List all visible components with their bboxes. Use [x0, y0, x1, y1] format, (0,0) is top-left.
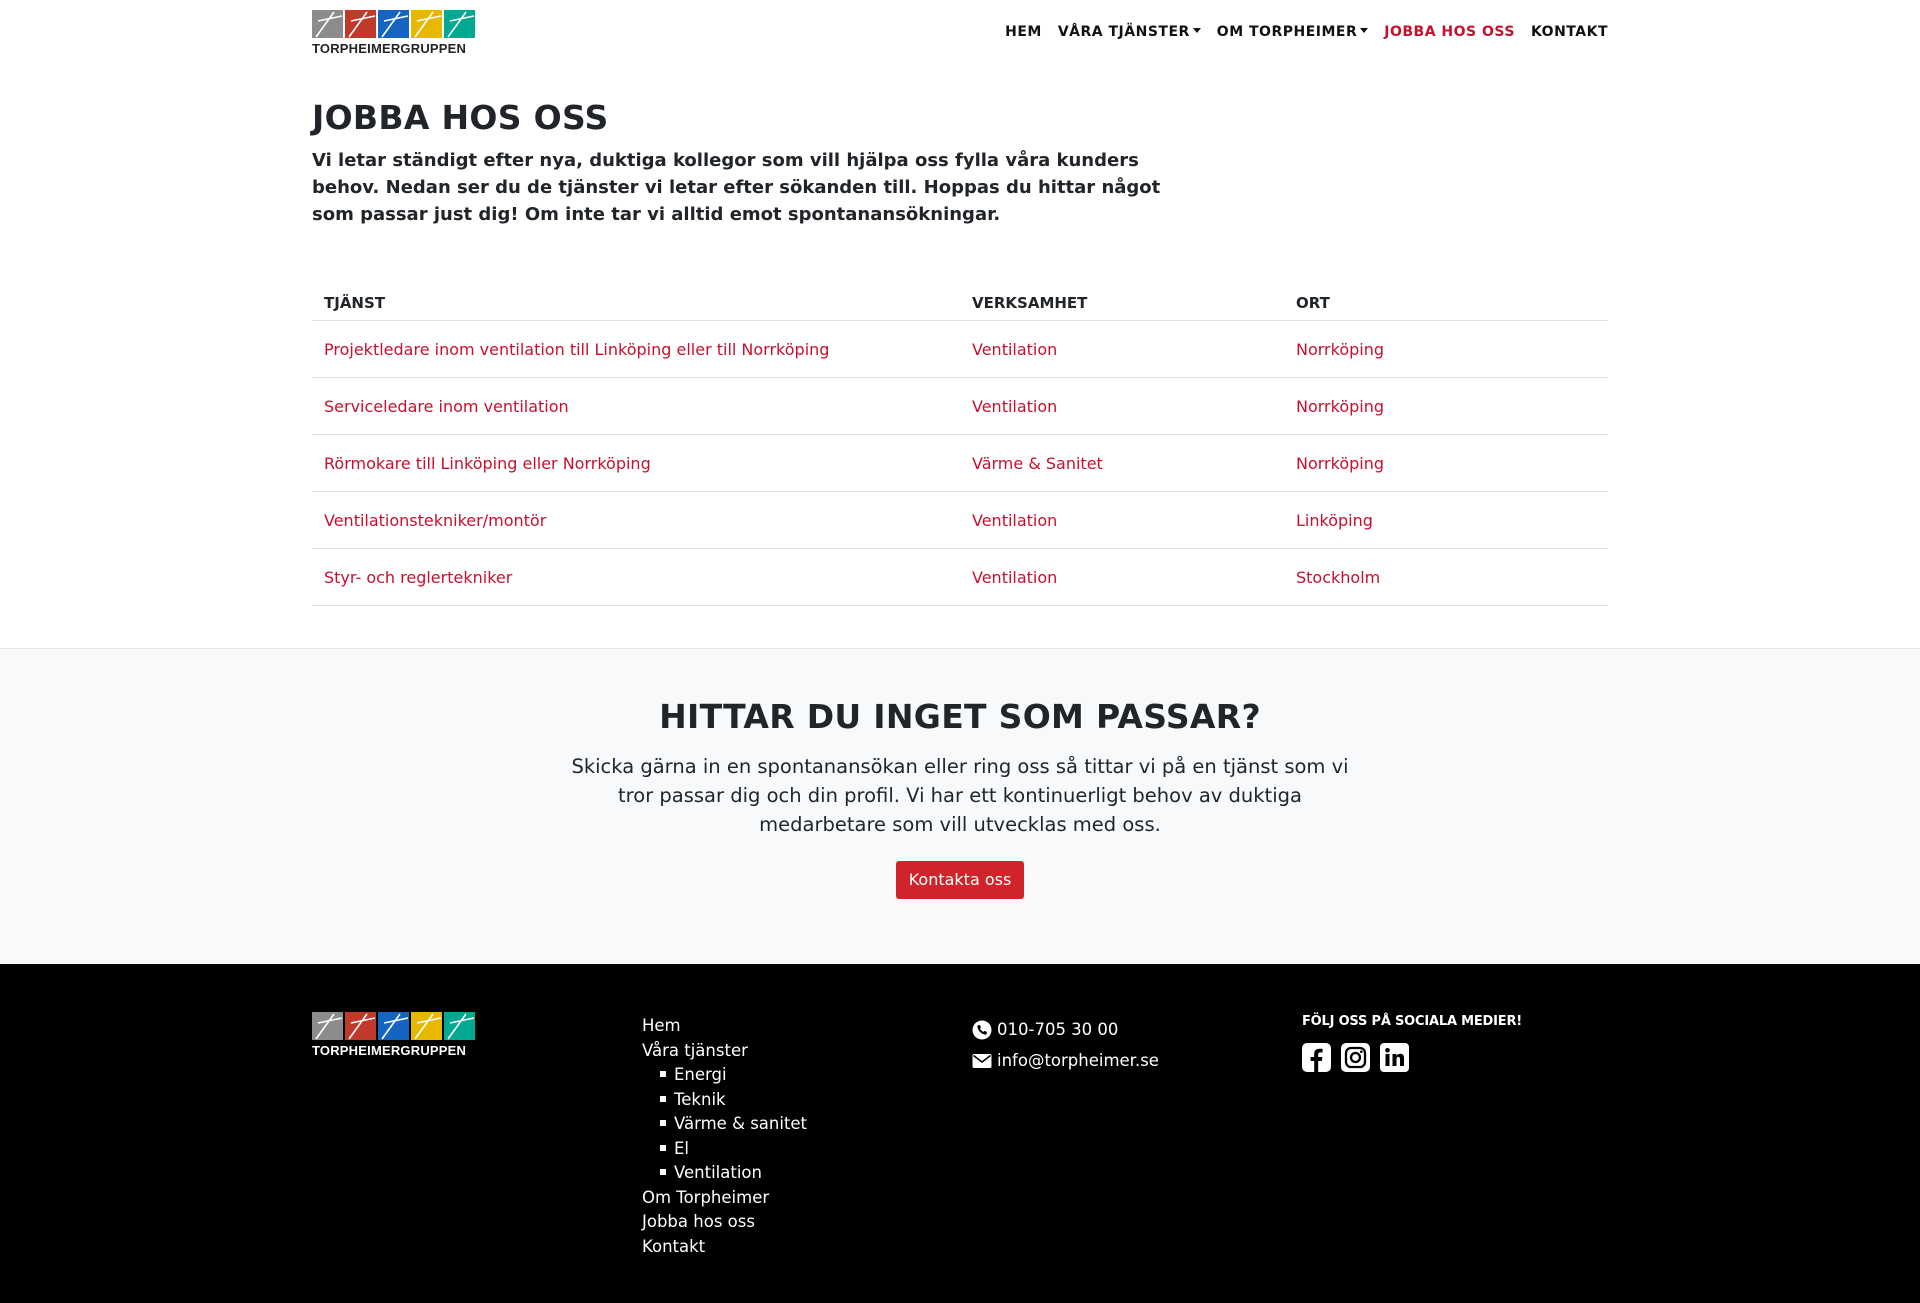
footer-contact: 010-705 30 00 info@torpheimer.se: [972, 1014, 1159, 1076]
logo-tile: [378, 10, 409, 38]
logo-tile: [378, 1012, 409, 1040]
nav-label: OM TORPHEIMER: [1216, 24, 1358, 40]
jobs-table: TJÄNST VERKSAMHET ORT Projektledare inom…: [312, 292, 1608, 606]
logo-tile: [444, 10, 475, 38]
job-location-link[interactable]: Linköping: [1284, 491, 1608, 549]
table-row[interactable]: Ventilationstekniker/montör Ventilation …: [312, 491, 1608, 549]
nav-item-kontakt[interactable]: KONTAKT: [1523, 24, 1608, 40]
footer-link-el[interactable]: El: [660, 1137, 807, 1162]
column-header-verksamhet: VERKSAMHET: [960, 292, 1284, 321]
footer-link-ventilation[interactable]: Ventilation: [660, 1161, 807, 1186]
logo-tile: [345, 10, 376, 38]
job-location-link[interactable]: Norrköping: [1284, 434, 1608, 492]
logo-tile: [411, 1012, 442, 1040]
job-title-link[interactable]: Rörmokare till Linköping eller Norrköpin…: [312, 434, 960, 492]
main-content: JOBBA HOS OSS Vi letar ständigt efter ny…: [312, 98, 1608, 606]
job-location-link[interactable]: Norrköping: [1284, 377, 1608, 435]
envelope-icon: [972, 1053, 992, 1068]
table-row[interactable]: Styr- och reglertekniker Ventilation Sto…: [312, 548, 1608, 606]
nav-item-jobba-hos-oss[interactable]: JOBBA HOS OSS: [1376, 24, 1523, 40]
logo-tiles: [312, 10, 478, 38]
logo-text: TORPHEIMERGRUPPEN: [312, 41, 467, 56]
logo-tile: [411, 10, 442, 38]
footer-link-kontakt[interactable]: Kontakt: [642, 1235, 807, 1260]
cta-text: Skicka gärna in en spontanansökan eller …: [571, 755, 1349, 836]
main-nav: HEM VÅRA TJÄNSTER OM TORPHEIMER JOBBA HO…: [997, 24, 1608, 40]
social-title: FÖLJ OSS PÅ SOCIALA MEDIER!: [1302, 1014, 1522, 1029]
footer-link-label: Våra tjänster: [642, 1040, 748, 1060]
site-logo[interactable]: TORPHEIMERGRUPPEN: [312, 10, 478, 56]
nav-item-vara-tjanster[interactable]: VÅRA TJÄNSTER: [1050, 24, 1209, 40]
site-header: TORPHEIMERGRUPPEN HEM VÅRA TJÄNSTER OM T…: [312, 0, 1608, 70]
social-icons: [1302, 1043, 1522, 1072]
job-department-link[interactable]: Ventilation: [960, 548, 1284, 606]
phone-icon: [972, 1020, 992, 1039]
footer-logo[interactable]: TORPHEIMERGRUPPEN: [312, 1012, 478, 1058]
footer-link-teknik[interactable]: Teknik: [660, 1088, 807, 1113]
footer-link-varme-sanitet[interactable]: Värme & sanitet: [660, 1112, 807, 1137]
email-address: info@torpheimer.se: [997, 1051, 1159, 1070]
nav-label: HEM: [1005, 24, 1042, 40]
table-header-row: TJÄNST VERKSAMHET ORT: [312, 292, 1608, 321]
cta-title: HITTAR DU INGET SOM PASSAR?: [659, 697, 1261, 736]
job-department-link[interactable]: Ventilation: [960, 491, 1284, 549]
footer-link-vara-tjanster[interactable]: Våra tjänster Energi Teknik Värme & sani…: [642, 1039, 807, 1186]
contact-us-button[interactable]: Kontakta oss: [895, 861, 1025, 899]
caret-down-icon: [1360, 28, 1369, 33]
footer-link-hem[interactable]: Hem: [642, 1014, 807, 1039]
job-department-link[interactable]: Ventilation: [960, 320, 1284, 378]
job-title-link[interactable]: Ventilationstekniker/montör: [312, 491, 960, 549]
footer-link-energi[interactable]: Energi: [660, 1063, 807, 1088]
nav-item-hem[interactable]: HEM: [997, 24, 1050, 40]
job-title-link[interactable]: Styr- och reglertekniker: [312, 548, 960, 606]
logo-tile: [444, 1012, 475, 1040]
nav-label: JOBBA HOS OSS: [1384, 24, 1515, 40]
column-header-tjanst: TJÄNST: [312, 292, 960, 321]
caret-down-icon: [1192, 28, 1201, 33]
nav-label: KONTAKT: [1530, 24, 1608, 40]
footer-menu: Hem Våra tjänster Energi Teknik Värme & …: [642, 1014, 807, 1259]
instagram-icon[interactable]: [1341, 1043, 1370, 1072]
phone-link[interactable]: 010-705 30 00: [972, 1014, 1159, 1045]
job-department-link[interactable]: Ventilation: [960, 377, 1284, 435]
cta-section: HITTAR DU INGET SOM PASSAR? Skicka gärna…: [0, 648, 1920, 965]
job-title-link[interactable]: Projektledare inom ventilation till Link…: [312, 320, 960, 378]
logo-tile: [312, 1012, 343, 1040]
nav-label: VÅRA TJÄNSTER: [1057, 24, 1190, 40]
job-department-link[interactable]: Värme & Sanitet: [960, 434, 1284, 492]
phone-number: 010-705 30 00: [997, 1020, 1119, 1039]
nav-item-om-torpheimer[interactable]: OM TORPHEIMER: [1209, 24, 1376, 40]
facebook-icon[interactable]: [1302, 1043, 1331, 1072]
logo-text: TORPHEIMERGRUPPEN: [312, 1043, 467, 1058]
job-location-link[interactable]: Stockholm: [1284, 548, 1608, 606]
linkedin-icon[interactable]: [1380, 1043, 1409, 1072]
footer-link-om-torpheimer[interactable]: Om Torpheimer: [642, 1186, 807, 1211]
logo-tile: [345, 1012, 376, 1040]
logo-tile: [312, 10, 343, 38]
footer-submenu: Energi Teknik Värme & sanitet El Ventila…: [642, 1063, 807, 1186]
logo-tiles: [312, 1012, 478, 1040]
email-link[interactable]: info@torpheimer.se: [972, 1045, 1159, 1076]
job-location-link[interactable]: Norrköping: [1284, 320, 1608, 378]
page-title: JOBBA HOS OSS: [312, 98, 609, 137]
footer-link-jobba-hos-oss[interactable]: Jobba hos oss: [642, 1210, 807, 1235]
footer-social: FÖLJ OSS PÅ SOCIALA MEDIER!: [1302, 1014, 1522, 1072]
site-footer: TORPHEIMERGRUPPEN Hem Våra tjänster Ener…: [0, 964, 1920, 1303]
job-title-link[interactable]: Serviceledare inom ventilation: [312, 377, 960, 435]
column-header-ort: ORT: [1284, 292, 1608, 321]
table-row[interactable]: Projektledare inom ventilation till Link…: [312, 320, 1608, 378]
table-row[interactable]: Rörmokare till Linköping eller Norrköpin…: [312, 434, 1608, 492]
intro-text: Vi letar ständigt efter nya, duktiga kol…: [312, 150, 1161, 225]
table-row[interactable]: Serviceledare inom ventilation Ventilati…: [312, 377, 1608, 435]
